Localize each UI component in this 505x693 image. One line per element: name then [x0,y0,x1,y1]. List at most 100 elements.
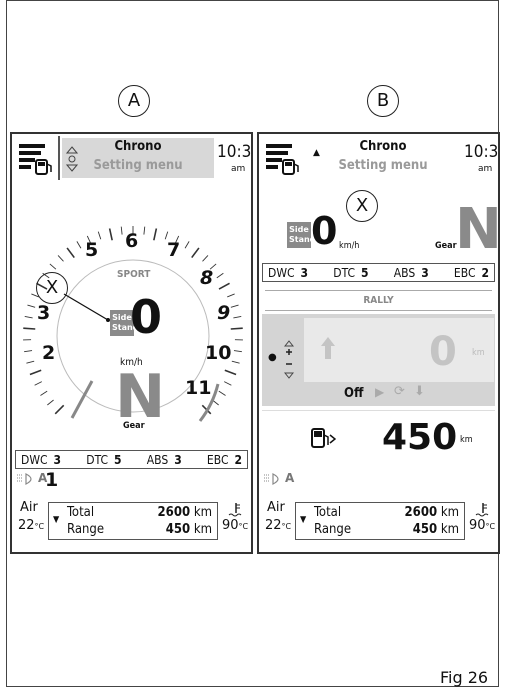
tach-tick [40,390,48,396]
tach-tick [230,304,239,308]
header-menu[interactable]: ▲ Chrono Setting menu [307,138,459,178]
panel-display: 0 km [304,318,494,382]
callout-a: A [118,85,150,117]
fuel-level-icon [19,144,52,175]
trip-box[interactable]: ▼ Total 2600 km Range 450 km [48,502,218,540]
tach-tick [143,226,146,235]
air-label: Air [267,500,285,515]
callout-x-b: X [346,190,378,222]
headlight-mode: A [38,471,48,485]
bottom-info: Air 22°C ▼ Total 2600 km Range 450 km 90… [12,494,251,544]
tach-tick [108,228,113,241]
rpm-3: 3 [37,302,51,324]
down-arrow-icon[interactable]: ⬇ [414,384,425,399]
tach-tick [27,304,36,308]
tach-tick [47,399,54,406]
tach-tick [218,390,226,396]
divider [265,310,492,311]
tach-tick [57,255,64,262]
trip-box[interactable]: ▼ Total 2600 km Range 450 km [295,502,465,540]
headlight-indicator: A [263,471,294,485]
fuel-level-icon [266,144,299,175]
coolant-temp-icon [475,503,489,517]
tach-tick [24,350,33,353]
ebc-item: EBC 2 [206,452,242,467]
coolant-temp: 90°C [469,518,496,533]
rpm-6: 6 [125,230,139,252]
air-temp: 22°C [18,518,45,533]
total-value: 2600 km [157,505,212,520]
tach-tick [218,282,230,290]
dwc-item: DWC 3 [21,452,62,467]
coolant-temp: 90°C [222,518,249,533]
header-title: Chrono [359,139,407,154]
air-label: Air [20,500,38,515]
clock-ampm: am [231,164,246,174]
speed-unit: km/h [339,241,360,251]
gear-indicator: N [455,197,500,262]
rpm-2: 2 [42,342,56,364]
tach-tick [76,241,82,249]
fuel-range-unit: km [460,435,473,445]
tach-tick [26,360,35,364]
rpm-9: 9 [217,302,231,324]
tach-tick [230,327,243,330]
total-value: 2600 km [404,505,459,520]
trip-dropdown-icon: ▼ [53,515,60,525]
fuel-range-value: 450 [382,417,458,458]
tach-tick [224,381,232,386]
header-title: Chrono [114,139,162,154]
range-value: 450 km [412,522,459,537]
tach-tick [184,241,190,249]
riding-mode: RALLY [363,295,394,306]
speed-value: 0 [311,209,338,253]
abs-item: ABS 3 [393,265,429,280]
clock-ampm: am [478,164,493,174]
header-subtitle: Setting menu [93,158,183,173]
gear-label: Gear [123,421,145,431]
tach-tick [120,226,123,235]
abs-item: ABS 3 [146,452,182,467]
gear-label: Gear [435,241,457,251]
panel-value: 0 [429,329,457,375]
side-stand-warning: Side Stand [287,222,315,248]
divider [265,290,492,291]
riding-mode: SPORT [117,269,151,280]
tach-tick [29,369,42,376]
speed-value: 0 [130,290,163,344]
total-label: Total [67,505,95,520]
figure-label: Fig 26 [440,668,489,687]
fuel-pump-icon [311,428,336,448]
assist-levels-row: DWC 3 DTC 5 ABS 3 EBC 2 [15,450,248,469]
fuel-range-row: 450 km [262,410,495,467]
dtc-item: DTC 5 [333,265,369,280]
callout-x-a: X [36,272,68,304]
tach-tick [224,369,237,376]
range-label: Range [314,522,352,537]
header-subtitle: Setting menu [338,158,428,173]
tach-tick [97,231,102,240]
tach-tick [49,263,57,270]
reset-icon[interactable]: ⟳ [394,384,405,399]
rpm-7: 7 [167,239,181,261]
up-arrow-icon [321,337,335,359]
tach-tick [24,316,33,319]
header-divider [58,136,60,180]
screen-b-header: ▲ Chrono Setting menu 10:34 am [259,134,498,184]
headlight-mode: A [285,471,295,485]
panel-unit: km [472,348,485,358]
rpm-8: 8 [200,267,214,289]
headlight-icon [264,472,279,485]
info-panel[interactable]: ● 0 km Off ▶ ⟳ ⬇ [262,314,495,406]
adjust-arrows-icon [284,340,294,379]
tach-tick [23,327,36,330]
play-icon[interactable]: ▶ [375,385,384,399]
header-menu[interactable]: Chrono Setting menu [62,138,214,178]
tach-tick [66,247,75,259]
screen-a-header: Chrono Setting menu 10:34 am [12,134,251,184]
rpm-5: 5 [85,239,99,261]
headlight-indicator: A [16,471,47,485]
tach-tick [54,404,65,415]
tach-tick [227,293,235,298]
tach-tick [216,272,224,279]
